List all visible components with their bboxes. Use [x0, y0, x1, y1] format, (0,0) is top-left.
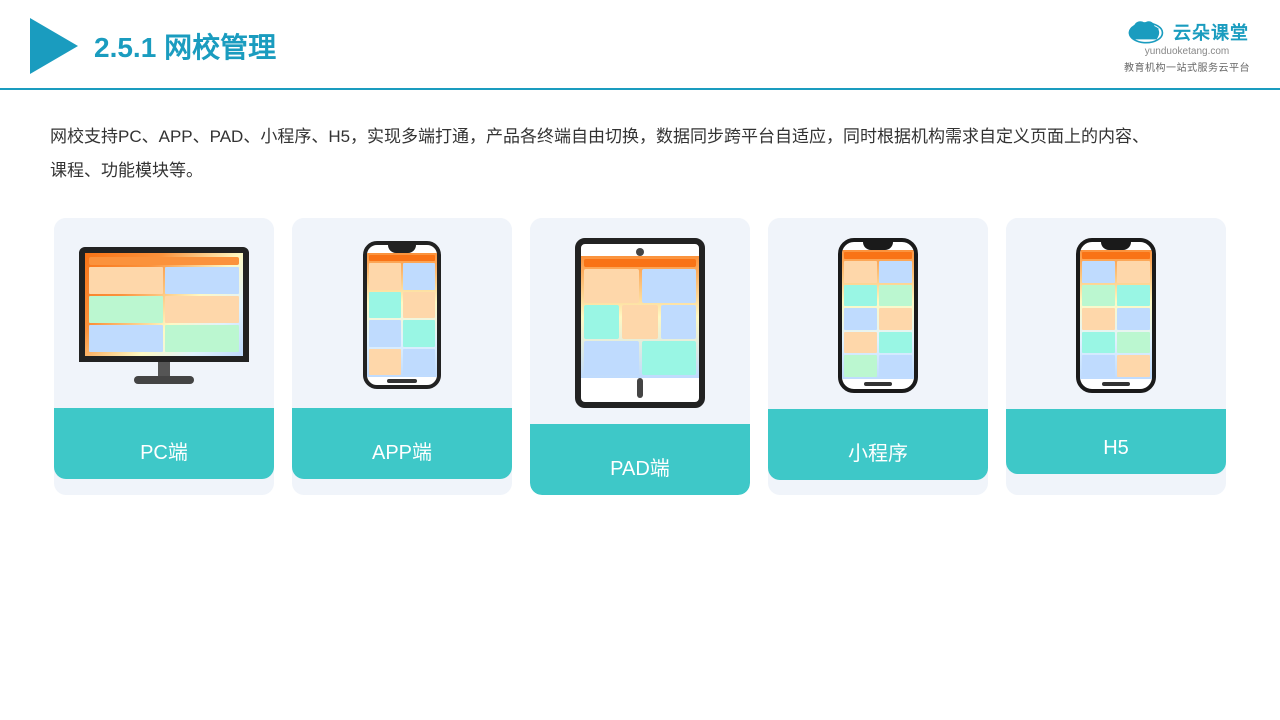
brand-name: 云朵课堂	[1173, 19, 1249, 45]
card-h5-label: H5	[1006, 409, 1226, 474]
card-pc: PC端	[54, 218, 274, 495]
card-top-line	[144, 422, 184, 426]
page-title: 2.5.1 网校管理	[94, 26, 276, 66]
card-h5: H5	[1006, 218, 1226, 495]
card-top-line	[1096, 423, 1136, 427]
card-pad-label: PAD端	[530, 424, 750, 495]
card-app: APP端	[292, 218, 512, 495]
card-pc-image	[54, 218, 274, 408]
card-app-label: APP端	[292, 408, 512, 479]
card-top-line	[382, 422, 422, 426]
card-top-line	[620, 438, 660, 442]
title-prefix: 2.5.1	[94, 32, 156, 63]
header-left: 2.5.1 网校管理	[30, 18, 276, 74]
pc-monitor-icon	[79, 247, 249, 384]
logo-triangle-icon	[30, 18, 78, 74]
card-pad-image	[530, 218, 750, 424]
description-text: 网校支持PC、APP、PAD、小程序、H5，实现多端打通，产品各终端自由切换，数…	[50, 120, 1150, 188]
cloud-logo: 云朵课堂	[1125, 18, 1249, 46]
card-h5-image	[1006, 218, 1226, 409]
main-content: 网校支持PC、APP、PAD、小程序、H5，实现多端打通，产品各终端自由切换，数…	[0, 90, 1280, 515]
card-app-image	[292, 218, 512, 408]
tablet-pad-icon	[575, 238, 705, 408]
card-miniapp: 小程序	[768, 218, 988, 495]
brand-logo: 云朵课堂 yunduoketang.com 教育机构一站式服务云平台	[1124, 18, 1250, 74]
phone-app-icon	[363, 241, 441, 389]
card-top-line	[858, 423, 898, 427]
cloud-icon	[1125, 18, 1167, 46]
brand-url: yunduoketang.com	[1145, 46, 1230, 57]
card-pad: PAD端	[530, 218, 750, 495]
card-miniapp-image	[768, 218, 988, 409]
card-miniapp-label: 小程序	[768, 409, 988, 480]
header: 2.5.1 网校管理 云朵课堂 yunduoketang.com 教育机构一站式…	[0, 0, 1280, 90]
brand-tagline: 教育机构一站式服务云平台	[1124, 59, 1250, 74]
phone-h5-icon	[1076, 238, 1156, 393]
phone-miniapp-icon	[838, 238, 918, 393]
card-pc-label: PC端	[54, 408, 274, 479]
title-main: 网校管理	[164, 32, 276, 63]
cards-container: PC端	[50, 218, 1230, 495]
